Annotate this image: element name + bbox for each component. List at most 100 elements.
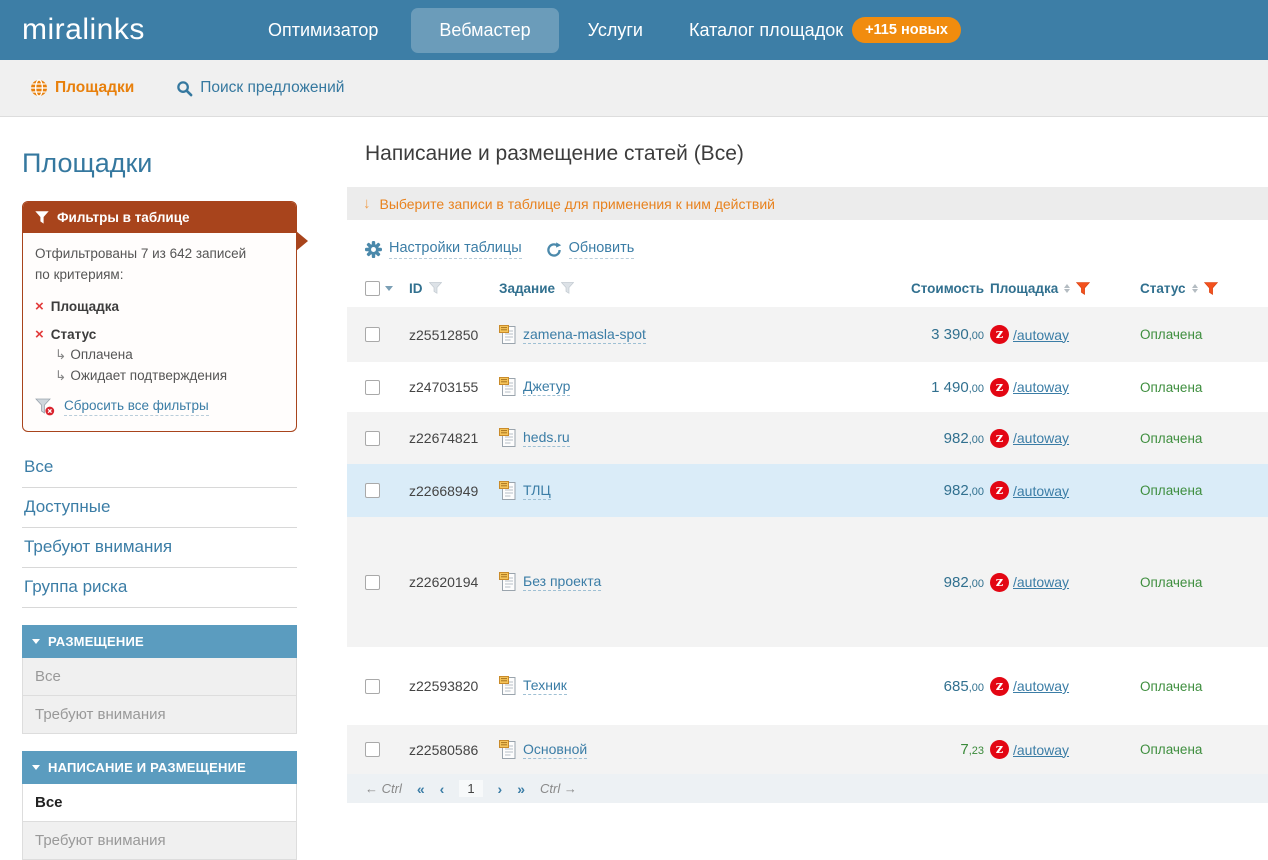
remove-filter-icon[interactable]: × xyxy=(35,327,44,342)
sort-arrows-icon[interactable] xyxy=(1191,283,1198,293)
pagination-first-button[interactable]: « xyxy=(417,781,425,797)
pagination-prev-button[interactable]: ‹ xyxy=(440,781,445,797)
site-link[interactable]: /autoway xyxy=(1013,430,1069,446)
filters-panel-pointer xyxy=(296,231,308,251)
filters-panel-title: Фильтры в таблице xyxy=(57,210,190,225)
row-checkbox[interactable] xyxy=(365,430,380,446)
site-link[interactable]: /autoway xyxy=(1013,678,1069,694)
column-header-task[interactable]: Задание xyxy=(499,281,850,296)
sort-arrows-icon[interactable] xyxy=(1064,283,1071,293)
gear-icon xyxy=(365,241,382,258)
task-link[interactable]: zamena-masla-spot xyxy=(523,326,646,344)
section-placement-item-attention[interactable]: Требуют внимания xyxy=(22,695,297,734)
table-settings-button[interactable]: Настройки таблицы xyxy=(365,240,522,259)
pagination: ← Ctrl « ‹ 1 › » Ctrl → xyxy=(347,774,1268,803)
select-records-hint-banner: ↓ Выберите записи в таблице для применен… xyxy=(347,187,1268,220)
filters-panel-header[interactable]: Фильтры в таблице xyxy=(23,202,296,233)
task-link[interactable]: heds.ru xyxy=(523,429,570,447)
site-link[interactable]: /autoway xyxy=(1013,327,1069,343)
sidebar-item-available[interactable]: Доступные xyxy=(22,488,297,528)
subnav-item-search[interactable]: Поиск предложений xyxy=(176,79,344,97)
filter-funnel-icon-inactive[interactable] xyxy=(428,282,442,294)
document-icon xyxy=(499,676,516,696)
section-placement: РАЗМЕЩЕНИЕ Все Требуют внимания xyxy=(22,624,297,734)
new-sites-badge[interactable]: +115 новых xyxy=(852,17,961,43)
row-checkbox[interactable] xyxy=(365,742,380,757)
filter-summary-line1: Отфильтрованы 7 из 642 записей xyxy=(35,246,247,261)
nav-item-services[interactable]: Услуги xyxy=(588,20,643,41)
section-writing-item-all-active[interactable]: Все xyxy=(22,783,297,822)
clear-all-filters-button[interactable]: Сбросить все фильтры xyxy=(35,398,284,416)
sidebar-item-need-attention[interactable]: Требуют внимания xyxy=(22,528,297,568)
pagination-ctrl-left-hint: ← Ctrl xyxy=(365,781,402,796)
row-checkbox[interactable] xyxy=(365,483,380,498)
sidebar-item-all[interactable]: Все xyxy=(22,448,297,488)
section-writing-item-attention[interactable]: Требуют внимания xyxy=(22,821,297,860)
table-toolbar: Настройки таблицы Обновить xyxy=(365,240,1268,259)
main-content: Написание и размещение статей (Все) ↓ Вы… xyxy=(347,117,1268,860)
pagination-current-page[interactable]: 1 xyxy=(459,780,483,797)
page-title: Написание и размещение статей (Все) xyxy=(365,142,744,165)
task-link[interactable]: Основной xyxy=(523,741,588,759)
filter-criterion-status-value: ↳ Ожидает подтверждения xyxy=(55,367,228,383)
column-header-status[interactable]: Статус xyxy=(1140,281,1268,296)
filters-panel: Фильтры в таблице Отфильтрованы 7 из 642… xyxy=(22,201,308,432)
document-icon xyxy=(499,480,516,501)
top-nav: miralinks Оптимизатор Вебмастер Услуги К… xyxy=(0,0,1268,60)
select-dropdown-caret-icon[interactable] xyxy=(385,285,393,291)
subnav-item-sites[interactable]: Площадки xyxy=(30,79,134,97)
filter-funnel-icon-active[interactable] xyxy=(1203,281,1218,295)
task-link[interactable]: Техник xyxy=(523,677,567,695)
autoway-site-icon: z xyxy=(990,325,1009,344)
down-arrow-icon: ↓ xyxy=(363,195,371,212)
row-id: z22593820 xyxy=(409,678,479,694)
row-checkbox[interactable] xyxy=(365,327,380,342)
status-badge: Оплачена xyxy=(1140,574,1203,590)
filter-funnel-icon-inactive[interactable] xyxy=(561,282,575,294)
select-all-checkbox[interactable] xyxy=(365,280,380,296)
refresh-button[interactable]: Обновить xyxy=(546,240,635,259)
column-header-site[interactable]: Площадка xyxy=(990,281,1140,296)
autoway-site-icon: z xyxy=(990,676,1009,696)
site-link[interactable]: /autoway xyxy=(1013,574,1069,590)
row-checkbox[interactable] xyxy=(365,379,380,395)
row-checkbox[interactable] xyxy=(365,574,380,590)
section-placement-item-all[interactable]: Все xyxy=(22,657,297,696)
filter-criterion-site: × Площадка xyxy=(35,297,120,315)
filter-criterion-status-value: ↳ Оплачена xyxy=(55,346,133,362)
column-header-price[interactable]: Стоимость xyxy=(850,281,990,296)
row-id: z22674821 xyxy=(409,430,479,446)
pagination-last-button[interactable]: » xyxy=(517,781,525,797)
row-id: z24703155 xyxy=(409,379,479,395)
autoway-site-icon: z xyxy=(990,377,1009,397)
site-link[interactable]: /autoway xyxy=(1013,483,1069,499)
row-id: z22620194 xyxy=(409,574,479,590)
row-id: z25512850 xyxy=(409,326,479,343)
clear-all-filters-label: Сбросить все фильтры xyxy=(64,398,209,416)
section-placement-header[interactable]: РАЗМЕЩЕНИЕ xyxy=(22,624,297,658)
section-writing-placement: НАПИСАНИЕ И РАЗМЕЩЕНИЕ Все Требуют внима… xyxy=(22,750,297,860)
nav-item-webmaster-active[interactable]: Вебмастер xyxy=(411,7,559,53)
site-link[interactable]: /autoway xyxy=(1013,379,1069,395)
remove-filter-icon[interactable]: × xyxy=(35,299,44,314)
table-row: z22674821 heds.ru 982,00 z /autoway Опла… xyxy=(347,412,1268,464)
search-icon xyxy=(176,80,193,97)
task-link[interactable]: Без проекта xyxy=(523,573,602,591)
task-link[interactable]: ТЛЦ xyxy=(523,482,551,500)
row-checkbox[interactable] xyxy=(365,678,380,694)
status-badge: Оплачена xyxy=(1140,483,1203,498)
task-link[interactable]: Джетур xyxy=(523,378,571,396)
filter-criterion-status: × Статус xyxy=(35,325,97,343)
section-writing-placement-header[interactable]: НАПИСАНИЕ И РАЗМЕЩЕНИЕ xyxy=(22,750,297,784)
chevron-down-icon xyxy=(32,764,40,770)
globe-icon xyxy=(30,79,48,97)
sidebar-item-risk-group[interactable]: Группа риска xyxy=(22,568,297,608)
nav-item-optimizer[interactable]: Оптимизатор xyxy=(268,20,378,41)
filter-funnel-icon-active[interactable] xyxy=(1076,281,1091,295)
nav-item-catalog[interactable]: Каталог площадок xyxy=(689,20,843,41)
row-id: z22668949 xyxy=(409,482,479,499)
miralinks-logo[interactable]: miralinks xyxy=(22,13,164,47)
column-header-id[interactable]: ID xyxy=(409,281,499,296)
pagination-next-button[interactable]: › xyxy=(498,781,503,797)
site-link[interactable]: /autoway xyxy=(1013,742,1069,758)
